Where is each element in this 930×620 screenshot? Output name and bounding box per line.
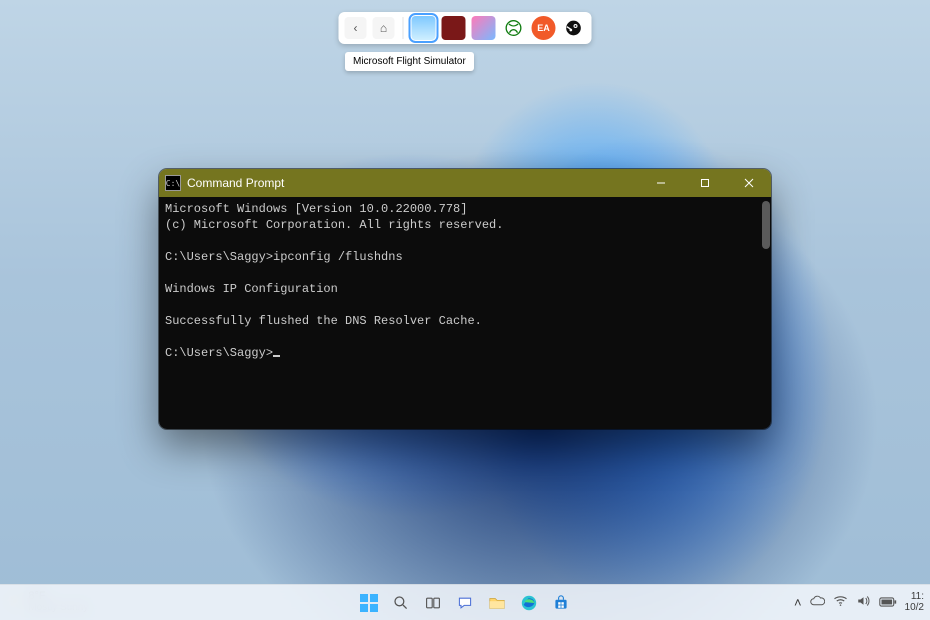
tray-onedrive-icon[interactable]: [810, 595, 825, 610]
cmd-cursor: [273, 355, 280, 357]
command-prompt-titlebar[interactable]: C:\ Command Prompt: [159, 169, 771, 197]
tray-chevron-up-icon[interactable]: ˄: [794, 595, 802, 610]
file-explorer-icon[interactable]: [486, 592, 508, 614]
cmd-line: Windows IP Configuration: [165, 282, 338, 296]
task-view-icon[interactable]: [422, 592, 444, 614]
cmd-line: Microsoft Windows [Version 10.0.22000.77…: [165, 202, 467, 216]
minimize-button[interactable]: [639, 169, 683, 197]
tray-battery-icon[interactable]: [879, 595, 897, 610]
cmd-line: C:\Users\Saggy>ipconfig /flushdns: [165, 250, 403, 264]
maximize-button[interactable]: [683, 169, 727, 197]
start-button[interactable]: [358, 592, 380, 614]
launcher-separator: [403, 17, 404, 39]
taskbar-center: [358, 592, 572, 614]
launcher-tile-flight-sim[interactable]: [412, 16, 436, 40]
cmd-prompt-line: C:\Users\Saggy>: [165, 346, 273, 360]
cmd-scrollbar-thumb[interactable]: [762, 201, 770, 249]
close-button[interactable]: [727, 169, 771, 197]
launcher-tile-ea[interactable]: EA: [532, 16, 556, 40]
tray-volume-icon[interactable]: [856, 595, 871, 610]
launcher-tile-game-red[interactable]: [442, 16, 466, 40]
launcher-tooltip: Microsoft Flight Simulator: [345, 52, 474, 71]
tray-clock[interactable]: 11: 10/2: [905, 591, 924, 613]
cmd-line: (c) Microsoft Corporation. All rights re…: [165, 218, 503, 232]
command-prompt-output[interactable]: Microsoft Windows [Version 10.0.22000.77…: [159, 197, 771, 429]
launcher-back-button[interactable]: ‹: [345, 17, 367, 39]
launcher-tile-steam[interactable]: [562, 16, 586, 40]
search-icon[interactable]: [390, 592, 412, 614]
game-launcher-bar: ‹ ⌂ EA: [339, 12, 592, 44]
launcher-home-button[interactable]: ⌂: [373, 17, 395, 39]
tray-wifi-icon[interactable]: [833, 595, 848, 610]
chat-icon[interactable]: [454, 592, 476, 614]
tray-date: 10/2: [905, 602, 924, 613]
system-tray: ˄ 11: 10/2: [794, 584, 924, 620]
cmd-line: Successfully flushed the DNS Resolver Ca…: [165, 314, 482, 328]
launcher-tile-game-pink[interactable]: [472, 16, 496, 40]
taskbar: [0, 584, 930, 620]
command-prompt-icon: C:\: [165, 175, 181, 191]
tray-time: 11:: [905, 591, 924, 602]
edge-icon[interactable]: [518, 592, 540, 614]
microsoft-store-icon[interactable]: [550, 592, 572, 614]
command-prompt-title: Command Prompt: [187, 176, 284, 190]
command-prompt-window[interactable]: C:\ Command Prompt Microsoft Windows [Ve…: [159, 169, 771, 429]
launcher-tile-xbox[interactable]: [502, 16, 526, 40]
